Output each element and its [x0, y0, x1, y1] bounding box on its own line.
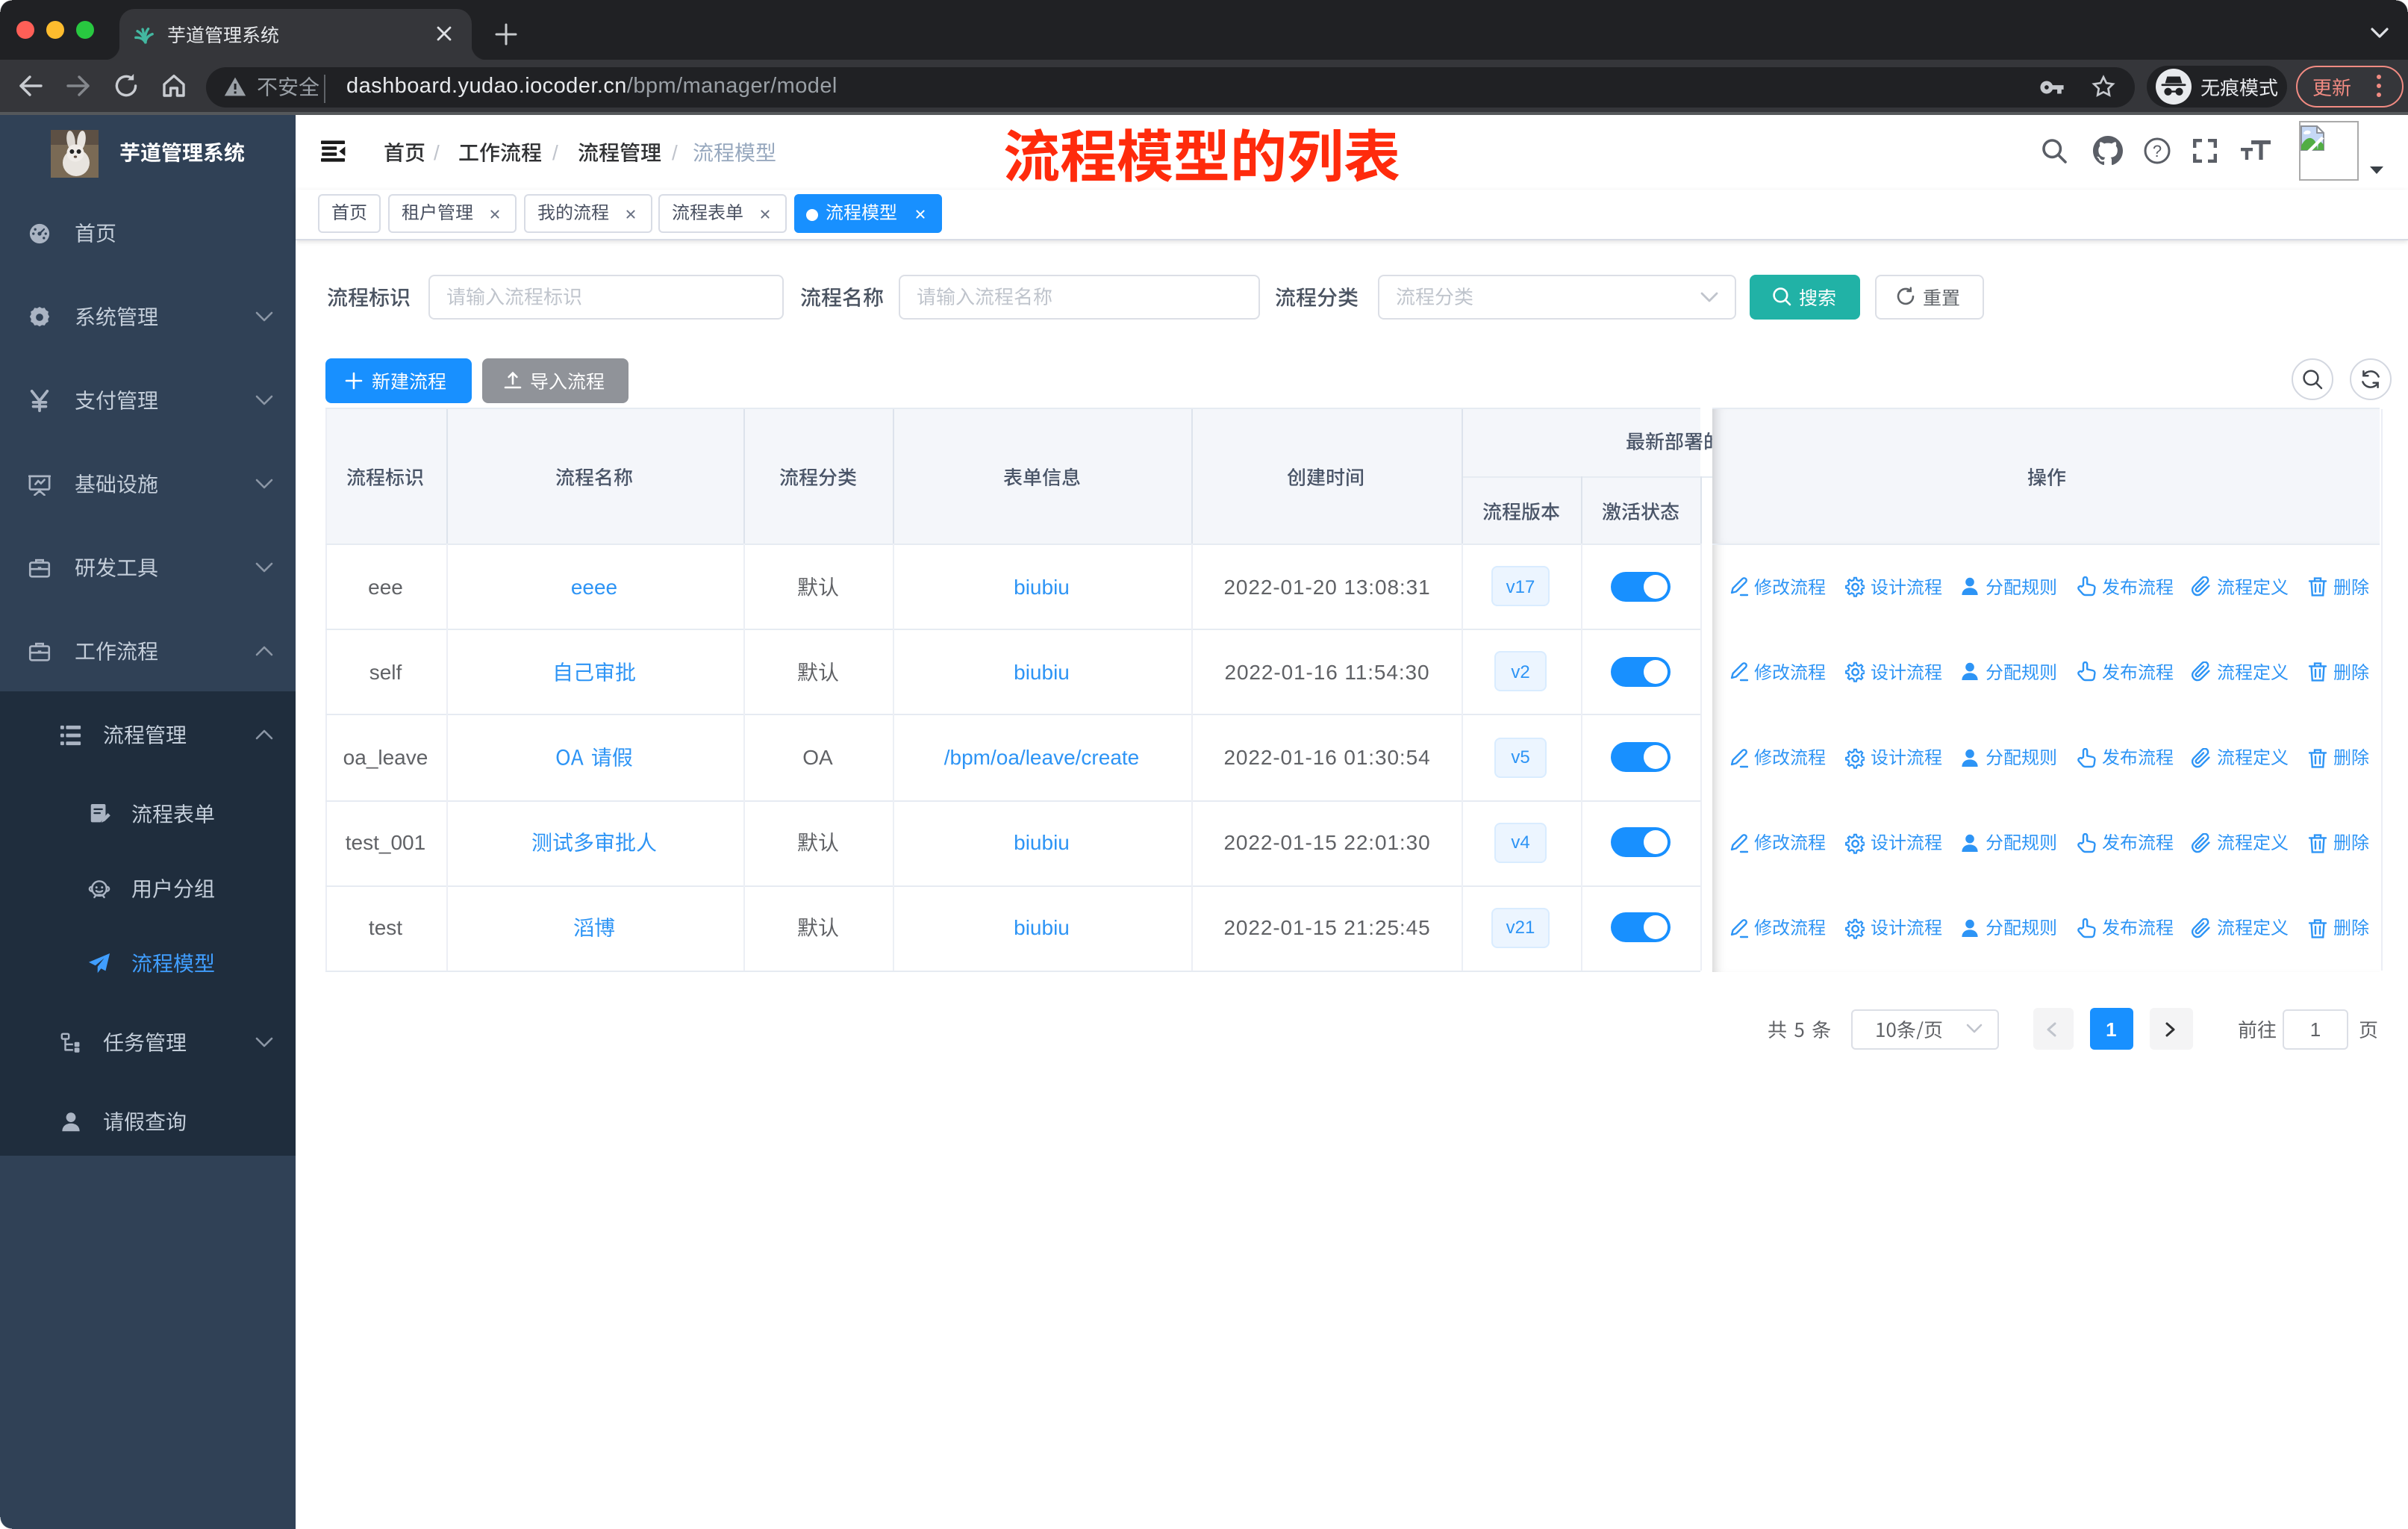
svg-text:?: ?: [2153, 142, 2162, 161]
